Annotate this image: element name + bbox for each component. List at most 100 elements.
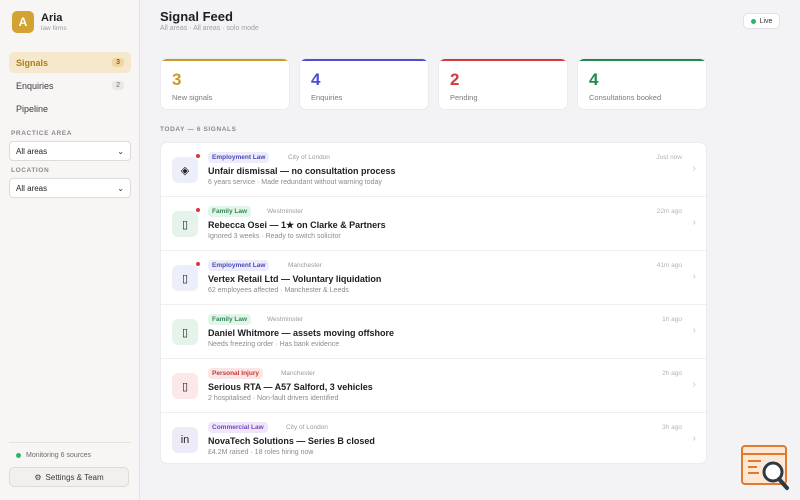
- page-subtitle: All areas · All areas · solo mode: [160, 25, 259, 32]
- chevron-right-icon: ›: [692, 325, 696, 336]
- linkedin-icon: in: [172, 427, 198, 453]
- stat-accent-bar: [578, 59, 706, 61]
- nav-count-badge: 2: [112, 81, 124, 90]
- chevron-right-icon: ›: [692, 379, 696, 390]
- brand-subtitle: law firms: [41, 24, 67, 32]
- sidebar-item-label: Pipeline: [16, 103, 49, 114]
- settings-team-button[interactable]: ⚙ Settings & Team: [9, 467, 129, 487]
- status-dot: [16, 453, 21, 458]
- signal-diamond-icon: ◈: [172, 157, 198, 183]
- signal-title: Unfair dismissal — no consultation proce…: [208, 166, 396, 176]
- stat-value: 4: [589, 70, 599, 89]
- signal-subtitle: Needs freezing order · Has bank evidence: [208, 341, 340, 348]
- timestamp: Just now: [656, 154, 682, 161]
- chevron-down-icon: ⌄: [117, 146, 124, 156]
- list-item[interactable]: ▯ Family Law Westminster Daniel Whitmore…: [161, 305, 706, 359]
- stat-accent-bar: [161, 59, 289, 61]
- phone-icon: ▯: [172, 373, 198, 399]
- chevron-right-icon: ›: [692, 433, 696, 444]
- stat-card-enquiries[interactable]: 4 Enquiries: [299, 58, 429, 110]
- brand-name: Aria: [41, 11, 63, 24]
- stat-value: 3: [172, 70, 182, 89]
- stat-label: Pending: [450, 93, 478, 102]
- phone-icon: ▯: [172, 211, 198, 237]
- practice-area-select[interactable]: All areas ⌄: [9, 141, 131, 161]
- practice-tag: Employment Law: [208, 260, 270, 271]
- practice-tag: Family Law: [208, 314, 252, 325]
- list-item[interactable]: ◈ Employment Law City of London Unfair d…: [161, 143, 706, 197]
- unread-dot: [196, 208, 200, 212]
- sidebar-item-pipeline[interactable]: Pipeline: [9, 98, 131, 119]
- timestamp: 2h ago: [662, 370, 682, 377]
- sidebar-divider: [9, 442, 131, 443]
- location-text: City of London: [288, 154, 330, 161]
- phone-icon: ▯: [172, 319, 198, 345]
- stat-accent-bar: [300, 59, 428, 61]
- location-text: City of London: [286, 424, 328, 431]
- signal-title: Vertex Retail Ltd — Voluntary liquidatio…: [208, 274, 382, 284]
- settings-label: Settings & Team: [45, 472, 104, 482]
- chevron-down-icon: ⌄: [117, 183, 124, 193]
- practice-tag: Family Law: [208, 206, 252, 217]
- page-title: Signal Feed: [160, 9, 233, 24]
- sidebar: A Aria law firms Signals 3 Enquiries 2 P…: [0, 0, 140, 500]
- stat-label: Consultations booked: [589, 93, 662, 102]
- brand-logo: A: [12, 11, 34, 33]
- stat-label: Enquiries: [311, 93, 343, 102]
- gear-icon: ⚙: [34, 472, 42, 482]
- select-value: All areas: [16, 146, 48, 156]
- timestamp: 22m ago: [656, 208, 682, 215]
- stat-card-consultations[interactable]: 4 Consultations booked: [577, 58, 707, 110]
- signal-title: NovaTech Solutions — Series B closed: [208, 436, 375, 446]
- sidebar-item-signals[interactable]: Signals 3: [9, 52, 131, 73]
- location-select[interactable]: All areas ⌄: [9, 178, 131, 198]
- list-item[interactable]: ▯ Personal Injury Manchester Serious RTA…: [161, 359, 706, 413]
- monitoring-text: Monitoring 6 sources: [26, 452, 91, 459]
- signal-subtitle: £4.2M raised · 18 roles hiring now: [208, 449, 314, 456]
- timestamp: 1h ago: [662, 316, 682, 323]
- unread-dot: [196, 154, 200, 158]
- monitoring-status: Monitoring 6 sources: [16, 452, 91, 459]
- practice-tag: Personal Injury: [208, 368, 263, 379]
- location-text: Manchester: [281, 370, 315, 377]
- signal-subtitle: Ignored 3 weeks · Ready to switch solici…: [208, 233, 341, 240]
- stat-value: 4: [311, 70, 321, 89]
- stat-label: New signals: [172, 93, 213, 102]
- signal-title: Daniel Whitmore — assets moving offshore: [208, 328, 395, 338]
- practice-area-label: PRACTICE AREA: [11, 130, 73, 137]
- location-text: Manchester: [288, 262, 322, 269]
- live-dot: [750, 18, 756, 24]
- chevron-right-icon: ›: [692, 163, 696, 174]
- live-badge[interactable]: Live: [743, 13, 780, 29]
- stat-card-pending[interactable]: 2 Pending: [438, 58, 568, 110]
- stat-value: 2: [450, 70, 460, 89]
- sidebar-item-label: Signals: [16, 57, 49, 68]
- stat-accent-bar: [439, 59, 567, 61]
- list-item[interactable]: ▯ Employment Law Manchester Vertex Retai…: [161, 251, 706, 305]
- signal-title: Serious RTA — A57 Salford, 3 vehicles: [208, 382, 373, 392]
- signal-subtitle: 62 employees affected · Manchester & Lee…: [208, 287, 349, 294]
- live-label: Live: [759, 17, 773, 25]
- practice-tag: Employment Law: [208, 152, 270, 163]
- location-text: Westminster: [267, 208, 303, 215]
- signal-subtitle: 6 years service · Made redundant without…: [208, 179, 382, 186]
- location-label: LOCATION: [11, 167, 50, 174]
- timestamp: 41m ago: [656, 262, 682, 269]
- select-value: All areas: [16, 183, 48, 193]
- sidebar-item-enquiries[interactable]: Enquiries 2: [9, 75, 131, 96]
- signal-title: Rebecca Osei — 1★ on Clarke & Partners: [208, 220, 386, 230]
- signal-subtitle: 2 hospitalised · Non-fault drivers ident…: [208, 395, 339, 402]
- unread-dot: [196, 262, 200, 266]
- brand: A Aria law firms: [12, 11, 67, 33]
- timestamp: 3h ago: [662, 424, 682, 431]
- phone-icon: ▯: [172, 265, 198, 291]
- stat-card-new-signals[interactable]: 3 New signals: [160, 58, 290, 110]
- chevron-right-icon: ›: [692, 217, 696, 228]
- list-item[interactable]: ▯ Family Law Westminster Rebecca Osei — …: [161, 197, 706, 251]
- chevron-right-icon: ›: [692, 271, 696, 282]
- sidebar-item-label: Enquiries: [16, 80, 54, 91]
- location-text: Westminster: [267, 316, 303, 323]
- practice-tag: Commercial Law: [208, 422, 268, 433]
- list-item[interactable]: in Commercial Law City of London NovaTec…: [161, 413, 706, 463]
- search-widget-icon[interactable]: [741, 445, 791, 491]
